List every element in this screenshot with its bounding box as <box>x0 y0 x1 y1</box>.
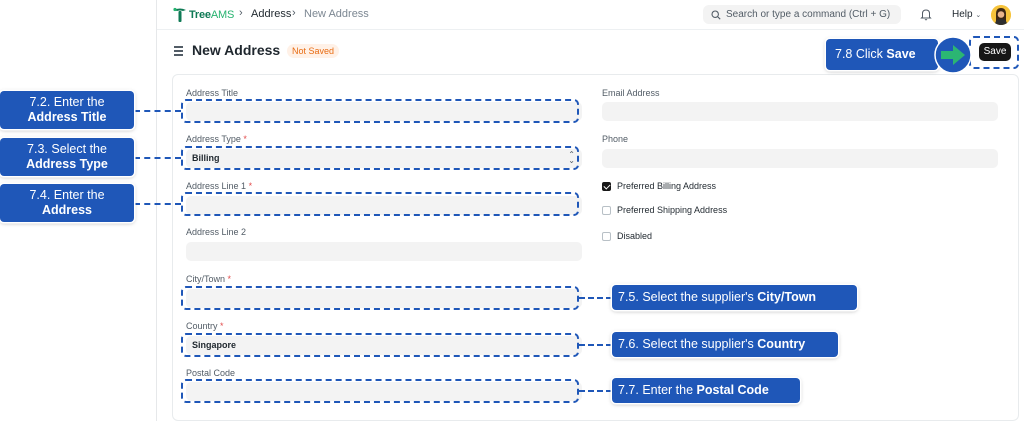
address-type-label: Address Type * <box>186 134 247 144</box>
app-logo[interactable]: TreeAMS <box>173 6 234 24</box>
breadcrumb-separator: › <box>292 7 296 19</box>
connector-line <box>579 344 612 346</box>
callout-bold-text: Save <box>886 47 916 61</box>
callout-text: 7.8 Click <box>835 47 887 61</box>
connector-line <box>579 390 612 392</box>
callout-step-7-4: 7.4. Enter the Address <box>0 184 134 222</box>
highlight-address-title <box>181 99 579 123</box>
highlight-postal-code <box>181 379 579 403</box>
checkbox-label: Preferred Billing Address <box>617 181 717 191</box>
checkbox-label: Disabled <box>617 231 653 241</box>
highlight-country <box>181 333 579 357</box>
checkbox-preferred-shipping[interactable]: Preferred Shipping Address <box>602 205 727 215</box>
callout-bold-text: Address Title <box>27 110 107 124</box>
bell-icon[interactable] <box>920 8 932 21</box>
search-input[interactable] <box>726 9 896 20</box>
address-line2-input[interactable] <box>186 242 582 261</box>
connector-line <box>134 110 181 112</box>
callout-step-7-8: 7.8 Click Save <box>826 39 938 70</box>
checkbox-unchecked[interactable] <box>602 205 611 215</box>
country-label: Country * <box>186 321 224 331</box>
address-line2-label: Address Line 2 <box>186 227 247 237</box>
email-input[interactable] <box>602 102 998 121</box>
logo-text: TreeAMS <box>189 9 235 21</box>
search-bar[interactable] <box>703 5 901 24</box>
phone-label: Phone <box>602 134 629 144</box>
city-label: City/Town * <box>186 274 232 284</box>
breadcrumb-new-address[interactable]: New Address <box>304 8 369 20</box>
callout-text: 7.5. Select the supplier's <box>618 290 758 304</box>
postal-code-label: Postal Code <box>186 368 236 378</box>
callout-text: 7.3. Select the <box>27 142 107 156</box>
callout-text: 7.7. Enter the <box>618 383 697 397</box>
checkbox-preferred-billing[interactable]: Preferred Billing Address <box>602 181 716 191</box>
callout-step-7-5: 7.5. Select the supplier's City/Town <box>612 285 857 310</box>
navbar: TreeAMS › Address › New Address Help ⌄ <box>157 0 1024 30</box>
callout-bold-text: Postal Code <box>696 383 769 397</box>
highlight-city <box>181 286 579 310</box>
checkbox-disabled[interactable]: Disabled <box>602 231 652 241</box>
user-avatar-icon <box>991 5 1011 25</box>
highlight-address-line1 <box>181 192 579 216</box>
callout-step-7-3: 7.3. Select the Address Type <box>0 138 134 176</box>
checkbox-unchecked[interactable] <box>602 231 611 241</box>
help-menu[interactable]: Help ⌄ <box>952 9 981 20</box>
tree-logo-icon <box>173 7 186 22</box>
connector-line <box>134 157 181 159</box>
address-form: Address Title Address Type * Billing ⌃ ⌄ … <box>172 74 1019 421</box>
connector-line <box>134 203 181 205</box>
status-badge: Not Saved <box>287 44 340 58</box>
callout-bold-text: City/Town <box>757 290 817 304</box>
callout-bold-text: Address Type <box>26 157 108 171</box>
callout-step-7-6: 7.6. Select the supplier's Country <box>612 332 838 357</box>
highlight-save-button <box>969 36 1019 69</box>
callout-text: 7.2. Enter the <box>29 95 105 109</box>
address-line1-label: Address Line 1 * <box>186 181 253 191</box>
email-label: Email Address <box>602 88 660 98</box>
checkbox-checked[interactable] <box>602 181 611 191</box>
breadcrumb-address[interactable]: Address <box>251 8 291 20</box>
callout-step-7-7: 7.7. Enter the Postal Code <box>612 378 800 403</box>
callout-bold-text: Country <box>757 337 806 351</box>
hamburger-icon[interactable] <box>174 46 183 58</box>
checkbox-label: Preferred Shipping Address <box>617 205 728 215</box>
screen: TreeAMS › Address › New Address Help ⌄ <box>0 0 1024 421</box>
address-title-label: Address Title <box>186 88 239 98</box>
highlight-address-type <box>181 146 579 170</box>
page-title: New Address <box>192 42 281 58</box>
breadcrumb-separator: › <box>239 7 243 19</box>
callout-text: 7.4. Enter the <box>29 188 105 202</box>
callout-bold-text: Address <box>41 203 93 217</box>
help-label: Help <box>952 9 973 20</box>
phone-input[interactable] <box>602 149 998 168</box>
arrow-right-icon <box>934 36 972 74</box>
callout-step-7-2: 7.2. Enter the Address Title <box>0 91 134 129</box>
avatar[interactable] <box>991 5 1011 25</box>
callout-text: 7.6. Select the supplier's <box>618 337 758 351</box>
search-icon <box>711 9 721 20</box>
connector-line <box>579 297 612 299</box>
chevron-down-icon: ⌄ <box>975 12 982 19</box>
